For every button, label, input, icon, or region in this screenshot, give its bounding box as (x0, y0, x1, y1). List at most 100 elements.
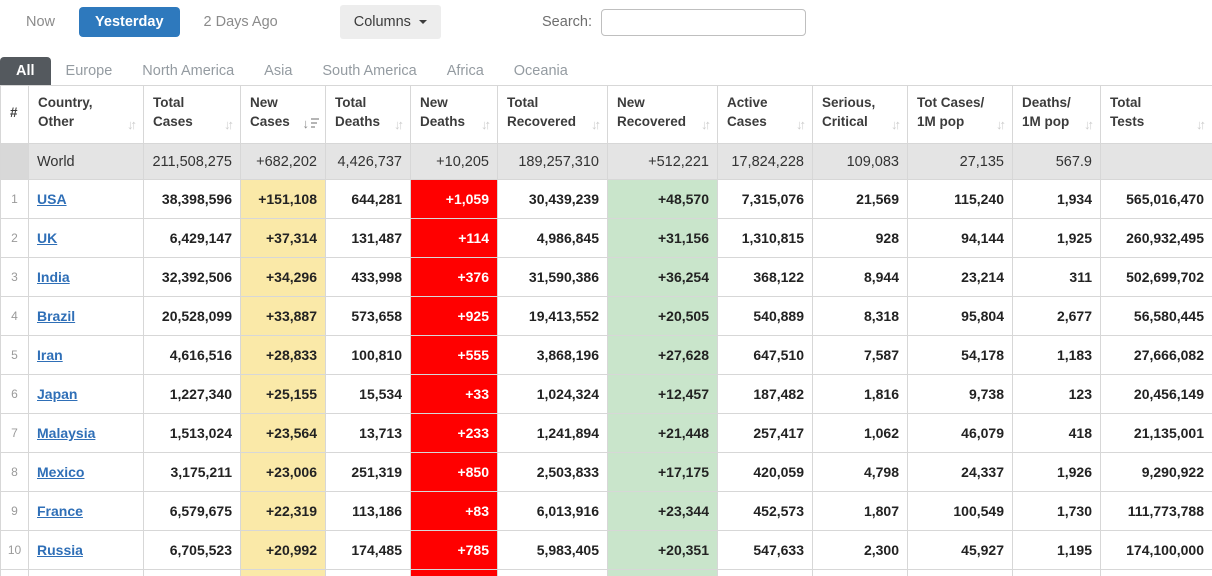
cell-active-cases: 257,417 (718, 414, 813, 453)
col-header-new-cases[interactable]: NewCases↓ (241, 86, 326, 144)
cell-new-recovered: +21,448 (608, 414, 718, 453)
table-row: 3India32,392,506+34,296433,998+37631,590… (1, 258, 1212, 297)
cell-active-cases: 547,633 (718, 531, 813, 570)
country-link[interactable]: Brazil (37, 308, 75, 324)
col-header-cases-per-1m[interactable]: Tot Cases/1M pop ↓↑ (908, 86, 1013, 144)
cell-new-recovered: +36,254 (608, 258, 718, 297)
cell-rank: 5 (1, 336, 29, 375)
country-link[interactable]: Russia (37, 542, 83, 558)
cell-total-tests: 27,666,082 (1101, 336, 1212, 375)
table-header-row: #Country,Other↓↑TotalCases↓↑NewCases↓Tot… (1, 86, 1212, 144)
cell-total-tests: 9,290,922 (1101, 453, 1212, 492)
cell-total-deaths (326, 570, 411, 576)
cell-total-cases: 6,579,675 (144, 492, 241, 531)
col-header-total-tests[interactable]: TotalTests ↓↑ (1101, 86, 1212, 144)
cell-total-cases: 1,227,340 (144, 375, 241, 414)
cell-total-tests: 174,100,000 (1101, 531, 1212, 570)
country-link[interactable]: Japan (37, 386, 77, 402)
cell-deaths-per-1m: 1,730 (1013, 492, 1101, 531)
cell-new-deaths: +555 (411, 336, 498, 375)
cell-country: UK (29, 219, 144, 258)
column-label: NewDeaths (420, 94, 465, 132)
columns-dropdown-button[interactable]: Columns (340, 5, 441, 39)
cell-cases-per-1m (908, 570, 1013, 576)
time-filter-yesterday[interactable]: Yesterday (79, 7, 180, 37)
cell-total-deaths: 573,658 (326, 297, 411, 336)
sort-both-icon: ↓↑ (701, 117, 711, 132)
cell-active-cases: 7,315,076 (718, 180, 813, 219)
cell-active-cases: 368,122 (718, 258, 813, 297)
cell-country (29, 570, 144, 576)
country-link[interactable]: UK (37, 230, 57, 246)
column-label: Deaths/1M pop (1022, 94, 1071, 132)
partial-row (1, 570, 1212, 576)
cell-total-recovered (498, 570, 608, 576)
cell-total-deaths: 433,998 (326, 258, 411, 297)
col-header-new-deaths[interactable]: NewDeaths ↓↑ (411, 86, 498, 144)
search-input[interactable] (601, 9, 806, 36)
cell-total-cases (144, 570, 241, 576)
cell-new-cases: +22,319 (241, 492, 326, 531)
tab-south-america[interactable]: South America (307, 57, 431, 85)
time-filter-now[interactable]: Now (14, 7, 67, 37)
cell-new-deaths: +10,205 (411, 144, 498, 180)
cell-total-recovered: 19,413,552 (498, 297, 608, 336)
caret-down-icon (419, 20, 427, 24)
tab-north-america[interactable]: North America (127, 57, 249, 85)
country-link[interactable]: USA (37, 191, 67, 207)
cell-country: Brazil (29, 297, 144, 336)
cell-serious-critical: 109,083 (813, 144, 908, 180)
cell-deaths-per-1m: 123 (1013, 375, 1101, 414)
cell-total-deaths: 4,426,737 (326, 144, 411, 180)
table-row: 9France6,579,675+22,319113,186+836,013,9… (1, 492, 1212, 531)
cell-total-cases: 211,508,275 (144, 144, 241, 180)
col-header-deaths-per-1m[interactable]: Deaths/1M pop↓↑ (1013, 86, 1101, 144)
country-link[interactable]: Mexico (37, 464, 84, 480)
cell-new-recovered: +512,221 (608, 144, 718, 180)
cell-cases-per-1m: 46,079 (908, 414, 1013, 453)
table-row: 2UK6,429,147+37,314131,487+1144,986,845+… (1, 219, 1212, 258)
column-label: NewCases (250, 94, 290, 132)
table-row: 4Brazil20,528,099+33,887573,658+92519,41… (1, 297, 1212, 336)
column-label: Tot Cases/1M pop (917, 94, 984, 132)
tab-asia[interactable]: Asia (249, 57, 307, 85)
cell-new-deaths: +1,059 (411, 180, 498, 219)
country-link[interactable]: Malaysia (37, 425, 95, 441)
cell-new-recovered: +20,505 (608, 297, 718, 336)
column-label: TotalTests (1110, 94, 1144, 132)
col-header-total-recovered[interactable]: TotalRecovered↓↑ (498, 86, 608, 144)
cell-cases-per-1m: 95,804 (908, 297, 1013, 336)
col-header-country[interactable]: Country,Other↓↑ (29, 86, 144, 144)
cell-new-deaths: +233 (411, 414, 498, 453)
sort-both-icon: ↓↑ (1196, 117, 1206, 132)
cell-deaths-per-1m: 1,925 (1013, 219, 1101, 258)
col-header-total-deaths[interactable]: TotalDeaths↓↑ (326, 86, 411, 144)
cell-total-tests: 111,773,788 (1101, 492, 1212, 531)
col-header-total-cases[interactable]: TotalCases↓↑ (144, 86, 241, 144)
cell-new-recovered: +20,351 (608, 531, 718, 570)
sort-both-icon: ↓↑ (481, 117, 491, 132)
tab-africa[interactable]: Africa (432, 57, 499, 85)
col-header-serious-critical[interactable]: Serious,Critical↓↑ (813, 86, 908, 144)
table-row: 6Japan1,227,340+25,15515,534+331,024,324… (1, 375, 1212, 414)
country-link[interactable]: India (37, 269, 70, 285)
time-filter-2-days-ago[interactable]: 2 Days Ago (192, 7, 290, 37)
cell-serious-critical: 7,587 (813, 336, 908, 375)
tab-all[interactable]: All (0, 57, 51, 85)
tab-europe[interactable]: Europe (51, 57, 128, 85)
col-header-new-recovered[interactable]: NewRecovered↓↑ (608, 86, 718, 144)
col-header-active-cases[interactable]: ActiveCases↓↑ (718, 86, 813, 144)
country-link[interactable]: Iran (37, 347, 63, 363)
cell-serious-critical (813, 570, 908, 576)
tab-oceania[interactable]: Oceania (499, 57, 583, 85)
country-link[interactable]: France (37, 503, 83, 519)
sort-both-icon: ↓↑ (394, 117, 404, 132)
cell-country: USA (29, 180, 144, 219)
cell-total-cases: 20,528,099 (144, 297, 241, 336)
sort-both-icon: ↓↑ (127, 117, 137, 132)
cell-total-recovered: 1,241,894 (498, 414, 608, 453)
cell-total-deaths: 100,810 (326, 336, 411, 375)
sort-both-icon: ↓↑ (996, 117, 1006, 132)
cell-total-tests (1101, 144, 1212, 180)
cell-new-deaths (411, 570, 498, 576)
